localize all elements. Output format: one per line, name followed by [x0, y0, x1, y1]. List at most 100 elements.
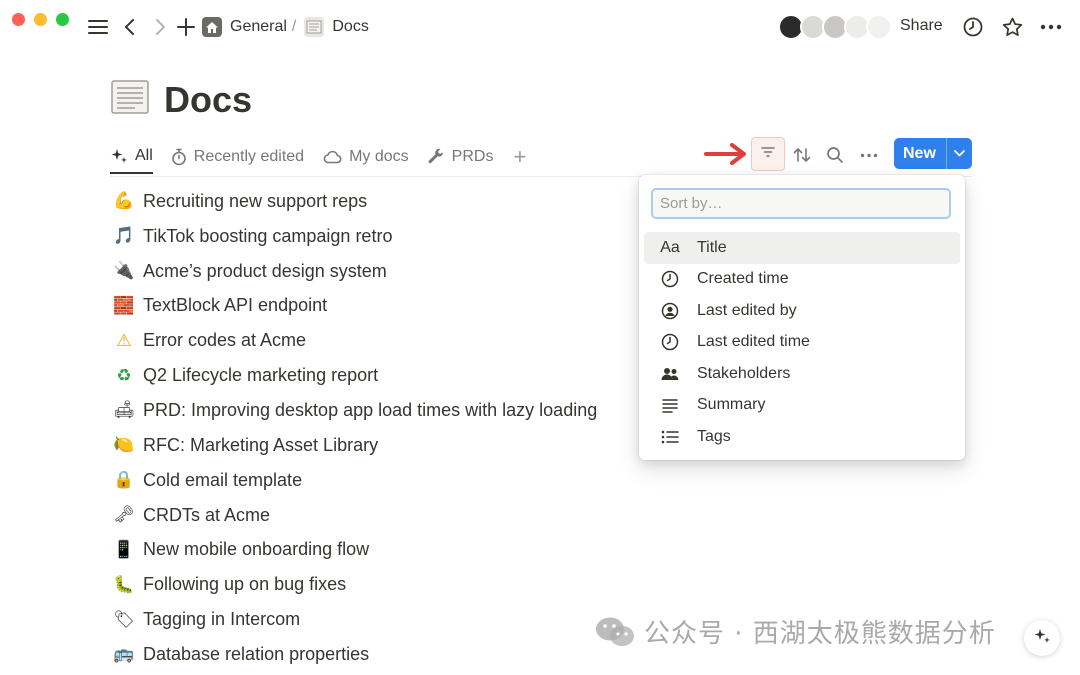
breadcrumb-docs[interactable]: Docs [332, 18, 368, 36]
tab-label: Recently edited [193, 148, 305, 165]
list-item[interactable]: 💪 Recruiting new support reps [112, 184, 597, 219]
new-button[interactable]: New [894, 138, 972, 169]
forward-arrow-icon[interactable] [150, 13, 170, 41]
chevron-down-icon[interactable] [947, 150, 972, 157]
tab-my-docs[interactable]: My docs [322, 140, 409, 174]
sort-option-created-time[interactable]: Created time [644, 264, 960, 296]
sort-option-last-edited-by[interactable]: Last edited by [644, 295, 960, 327]
list-item[interactable]: 🔒 Cold email template [112, 463, 597, 498]
doc-list: 💪 Recruiting new support reps 🎵 TikTok boo… [112, 184, 597, 672]
sparkle-icon [1033, 627, 1051, 650]
doc-title[interactable]: Q2 Lifecycle marketing report [143, 365, 378, 386]
doc-title[interactable]: Database relation properties [143, 644, 369, 665]
page-icon[interactable] [110, 78, 150, 121]
tab-prds[interactable]: PRDs [427, 140, 494, 174]
doc-title[interactable]: TextBlock API endpoint [143, 295, 327, 316]
sort-button[interactable] [751, 137, 785, 171]
list-item[interactable]: 🍋 RFC: Marketing Asset Library [112, 428, 597, 463]
new-page-plus-icon[interactable] [175, 13, 197, 41]
favorite-star-icon[interactable] [1001, 13, 1023, 41]
list-icon [659, 426, 681, 448]
sort-arrows-icon[interactable] [789, 142, 815, 168]
tab-recently-edited[interactable]: Recently edited [171, 140, 304, 174]
window-minimize-button[interactable] [34, 13, 47, 26]
doc-title[interactable]: TikTok boosting campaign retro [143, 226, 392, 247]
share-button[interactable]: Share [900, 17, 943, 35]
sort-option-label: Last edited by [697, 301, 797, 319]
new-button-label: New [903, 144, 936, 162]
doc-title[interactable]: Error codes at Acme [143, 330, 306, 351]
watermark: 公众号 · 西湖太极熊数据分析 [594, 613, 996, 650]
sort-option-label: Stakeholders [697, 364, 791, 382]
view-more-options-icon[interactable] [856, 142, 882, 168]
view-tabs: All Recently edited My docs PRDs + [110, 138, 526, 176]
couch-icon: 🛋 [113, 400, 135, 420]
sort-property-list: Aa Title Created time Last edited by Las… [644, 232, 960, 453]
document-icon [304, 17, 325, 37]
sort-option-label: Summary [697, 396, 766, 414]
add-view-plus-icon[interactable]: + [513, 144, 526, 170]
list-item[interactable]: ♻ Q2 Lifecycle marketing report [112, 358, 597, 393]
list-item[interactable]: 🛋 PRD: Improving desktop app load times w… [112, 393, 597, 428]
sort-option-tags[interactable]: Tags [644, 421, 960, 453]
sort-option-title[interactable]: Aa Title [644, 232, 960, 264]
sort-option-stakeholders[interactable]: Stakeholders [644, 358, 960, 390]
more-options-icon[interactable] [1039, 13, 1063, 41]
sidebar-menu-icon[interactable] [86, 13, 110, 41]
clock-icon [659, 268, 681, 290]
lemon-icon: 🍋 [113, 435, 135, 455]
home-icon [202, 17, 222, 37]
doc-title[interactable]: CRDTs at Acme [143, 505, 270, 526]
list-item[interactable]: ⚠ Error codes at Acme [112, 323, 597, 358]
ai-assistant-button[interactable] [1024, 620, 1060, 656]
brick-icon: 🧱 [113, 295, 135, 315]
wrench-icon [427, 148, 445, 166]
window-close-button[interactable] [12, 13, 25, 26]
doc-title[interactable]: Cold email template [143, 470, 302, 491]
text-lines-icon [659, 394, 681, 416]
stopwatch-icon [171, 148, 187, 166]
doc-title[interactable]: PRD: Improving desktop app load times wi… [143, 400, 597, 421]
list-item[interactable]: 📱 New mobile onboarding flow [112, 532, 597, 567]
key-icon: 🗝 [113, 505, 135, 525]
doc-title[interactable]: Recruiting new support reps [143, 191, 367, 212]
list-item[interactable]: 🐛 Following up on bug fixes [112, 567, 597, 602]
doc-title[interactable]: Following up on bug fixes [143, 574, 346, 595]
breadcrumb: General / Docs [202, 15, 369, 39]
history-clock-icon[interactable] [962, 13, 984, 41]
doc-title[interactable]: RFC: Marketing Asset Library [143, 435, 378, 456]
list-item[interactable]: 🎵 TikTok boosting campaign retro [112, 219, 597, 254]
search-icon[interactable] [822, 142, 848, 168]
avatar[interactable] [866, 14, 892, 40]
sort-search-input[interactable] [651, 188, 951, 219]
doc-title[interactable]: New mobile onboarding flow [143, 539, 369, 560]
sort-option-summary[interactable]: Summary [644, 390, 960, 422]
tab-label: PRDs [451, 148, 494, 165]
list-item[interactable]: 🧱 TextBlock API endpoint [112, 289, 597, 324]
doc-title[interactable]: Acme’s product design system [143, 261, 387, 282]
red-arrow-annotation-icon [704, 141, 750, 172]
window-zoom-button[interactable] [56, 13, 69, 26]
bug-icon: 🐛 [113, 574, 135, 594]
list-item[interactable]: 🚌 Database relation properties [112, 637, 597, 672]
cloud-icon [322, 149, 342, 165]
clock-icon [659, 331, 681, 353]
wechat-logo-icon [594, 615, 636, 649]
sort-option-last-edited-time[interactable]: Last edited time [644, 327, 960, 359]
tab-all[interactable]: All [110, 140, 153, 174]
tag-icon: 🏷 [113, 609, 135, 629]
list-item[interactable]: 🔌 Acme’s product design system [112, 254, 597, 289]
page-title: Docs [164, 78, 253, 120]
collaborator-avatars[interactable] [778, 14, 892, 40]
recycle-icon: ♻ [116, 365, 132, 385]
list-item[interactable]: 🏷 Tagging in Intercom [112, 602, 597, 637]
page-header: Docs [110, 78, 252, 121]
doc-title[interactable]: Tagging in Intercom [143, 609, 300, 630]
back-arrow-icon[interactable] [120, 13, 140, 41]
breadcrumb-general[interactable]: General [230, 18, 287, 36]
bus-icon: 🚌 [113, 644, 135, 664]
music-note-icon: 🎵 [113, 226, 135, 246]
watermark-text: 公众号 · 西湖太极熊数据分析 [644, 619, 996, 649]
list-item[interactable]: 🗝 CRDTs at Acme [112, 498, 597, 533]
sort-lines-icon [760, 145, 776, 163]
